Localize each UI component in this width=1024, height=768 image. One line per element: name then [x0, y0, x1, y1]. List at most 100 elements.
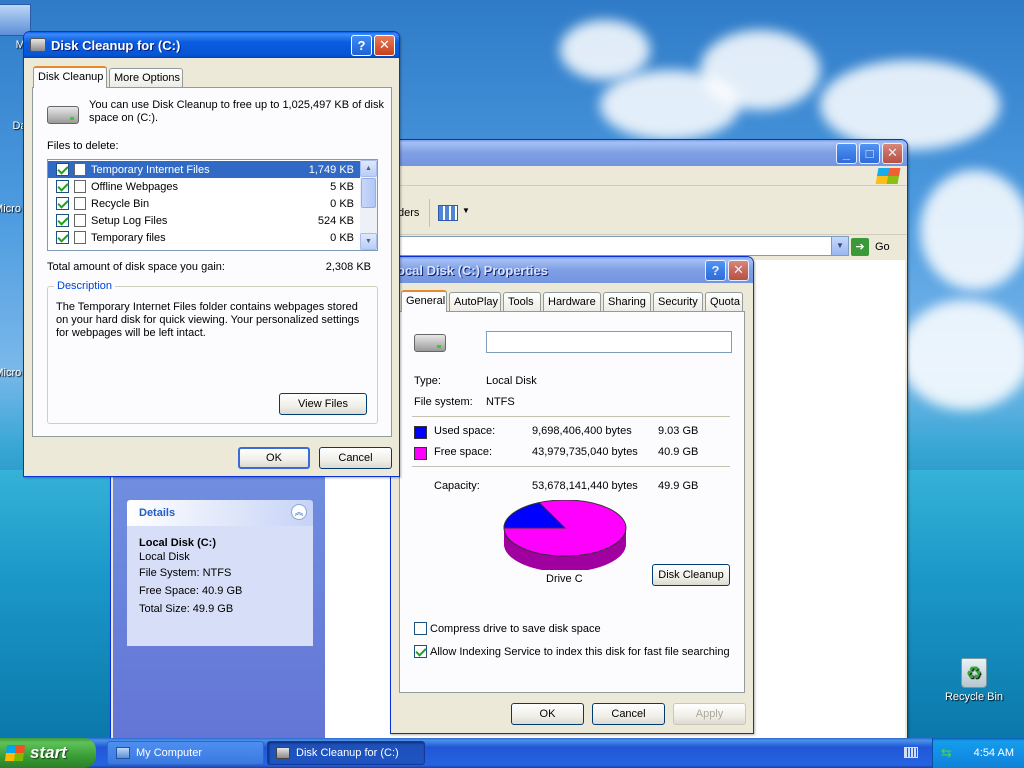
description-text: The Temporary Internet Files folder cont… — [56, 301, 360, 339]
description-group: Description The Temporary Internet Files… — [47, 280, 378, 424]
taskbar-item-label: Disk Cleanup for (C:) — [296, 747, 399, 759]
view-files-button[interactable]: View Files — [279, 393, 367, 415]
tab-hardware[interactable]: Hardware — [543, 292, 601, 311]
file-row[interactable]: Setup Log Files 524 KB — [48, 212, 360, 229]
tab-disk-cleanup[interactable]: Disk Cleanup — [33, 66, 107, 88]
disk-usage-pie-chart — [503, 500, 627, 570]
details-header-label: Details — [139, 507, 176, 519]
compress-checkbox[interactable] — [414, 622, 427, 635]
general-panel: Type: Local Disk File system: NTFS Used … — [399, 311, 745, 693]
disk-cleanup-titlebar: Disk Cleanup for (C:) ? ✕ — [24, 32, 399, 58]
go-arrow-icon: ➔ — [851, 238, 869, 256]
type-value: Local Disk — [486, 375, 537, 387]
ok-button[interactable]: OK — [511, 703, 584, 725]
taskbar-item-label: My Computer — [136, 747, 203, 759]
tab-tools[interactable]: Tools — [503, 292, 541, 311]
go-button[interactable]: ➔ Go — [851, 237, 895, 257]
file-checkbox[interactable] — [56, 180, 69, 193]
file-row[interactable]: Temporary Internet Files 1,749 KB — [48, 161, 360, 178]
details-name: Local Disk (C:) — [139, 537, 217, 549]
file-checkbox[interactable] — [56, 231, 69, 244]
total-label: Total amount of disk space you gain: — [47, 261, 225, 273]
desktop-icon-recycle-bin[interactable]: ♻ Recycle Bin — [939, 658, 1009, 703]
free-space-size: 40.9 GB — [658, 446, 699, 458]
capacity-bytes: 53,678,141,440 bytes — [532, 480, 638, 492]
taskbar-item-my-computer[interactable]: My Computer — [107, 741, 264, 765]
file-row[interactable]: Offline Webpages 5 KB — [48, 178, 360, 195]
indexing-checkbox-row[interactable]: Allow Indexing Service to index this dis… — [414, 645, 730, 658]
files-list[interactable]: Temporary Internet Files 1,749 KB Offline … — [47, 159, 378, 251]
scroll-down-icon[interactable]: ▼ — [360, 233, 377, 250]
help-button[interactable]: ? — [705, 259, 726, 281]
tab-autoplay[interactable]: AutoPlay — [449, 292, 501, 311]
file-system-value: NTFS — [486, 396, 515, 408]
minimize-button[interactable]: _ — [836, 142, 857, 164]
file-size: 0 KB — [330, 231, 354, 244]
cancel-button[interactable]: Cancel — [319, 447, 392, 469]
desktop-icon-label: Recycle Bin — [944, 691, 1004, 703]
description-legend: Description — [54, 280, 116, 292]
scroll-thumb[interactable] — [361, 178, 376, 208]
cancel-button[interactable]: Cancel — [592, 703, 665, 725]
tab-label: Disk Cleanup — [38, 71, 104, 83]
tab-more-options[interactable]: More Options — [109, 68, 183, 87]
used-space-size: 9.03 GB — [658, 425, 699, 437]
collapse-chevron-icon[interactable]: ︽ — [291, 504, 307, 520]
button-label: OK — [539, 708, 556, 720]
disk-cleanup-panel: You can use Disk Cleanup to free up to 1… — [32, 87, 392, 437]
file-name: Temporary Internet Files — [91, 163, 210, 176]
file-checkbox[interactable] — [56, 163, 69, 176]
close-button[interactable]: ✕ — [882, 142, 903, 164]
indexing-label: Allow Indexing Service to index this dis… — [430, 645, 730, 658]
disk-cleanup-button[interactable]: Disk Cleanup — [652, 564, 730, 586]
taskbar-item-disk-cleanup[interactable]: Disk Cleanup for (C:) — [267, 741, 425, 765]
go-label: Go — [875, 241, 890, 253]
keyboard-icon[interactable] — [904, 747, 918, 758]
file-type-icon — [74, 197, 86, 210]
file-row[interactable]: Recycle Bin 0 KB — [48, 195, 360, 212]
button-label: Cancel — [611, 708, 646, 720]
tab-label: Security — [658, 296, 698, 308]
free-space-swatch — [414, 447, 427, 460]
file-type-icon — [74, 180, 86, 193]
file-checkbox[interactable] — [56, 214, 69, 227]
free-space-label: Free space: — [434, 446, 493, 458]
address-dropdown-icon[interactable]: ▼ — [831, 237, 848, 255]
file-checkbox[interactable] — [56, 197, 69, 210]
file-name: Offline Webpages — [91, 180, 179, 193]
file-size: 5 KB — [330, 180, 354, 193]
intro-text: You can use Disk Cleanup to free up to 1… — [89, 99, 384, 124]
windows-logo-icon — [4, 745, 26, 761]
help-button[interactable]: ? — [351, 34, 372, 56]
scroll-up-icon[interactable]: ▲ — [360, 160, 377, 177]
hard-drive-icon — [414, 334, 446, 352]
indexing-checkbox[interactable] — [414, 645, 427, 658]
tab-general[interactable]: General — [401, 290, 447, 312]
views-button[interactable]: ▼ — [438, 202, 472, 224]
files-to-delete-label: Files to delete: — [47, 140, 119, 152]
clock[interactable]: 4:54 AM — [974, 747, 1014, 759]
tab-label: Hardware — [548, 296, 596, 308]
tab-quota[interactable]: Quota — [705, 292, 743, 311]
ok-button[interactable]: OK — [238, 447, 310, 469]
apply-button[interactable]: Apply — [673, 703, 746, 725]
tab-sharing[interactable]: Sharing — [603, 292, 651, 311]
file-size: 524 KB — [317, 214, 354, 227]
volume-label-input[interactable] — [486, 331, 732, 353]
close-button[interactable]: ✕ — [374, 34, 395, 56]
file-row[interactable]: Temporary files 0 KB — [48, 229, 360, 246]
file-type-icon — [74, 163, 86, 176]
start-button[interactable]: start — [0, 738, 96, 768]
network-icon[interactable]: ⇆ — [941, 746, 955, 760]
compress-checkbox-row[interactable]: Compress drive to save disk space — [414, 622, 601, 635]
maximize-button[interactable]: □ — [859, 142, 880, 164]
details-header[interactable]: Details ︽ — [127, 500, 313, 526]
address-input[interactable]: ▼ — [391, 236, 849, 256]
button-label: Cancel — [338, 452, 373, 464]
file-name: Setup Log Files — [91, 214, 168, 227]
scrollbar[interactable]: ▲ ▼ — [360, 160, 377, 250]
folders-button-label[interactable]: ders — [398, 207, 419, 219]
tab-security[interactable]: Security — [653, 292, 703, 311]
close-button[interactable]: ✕ — [728, 259, 749, 281]
file-name: Recycle Bin — [91, 197, 150, 210]
